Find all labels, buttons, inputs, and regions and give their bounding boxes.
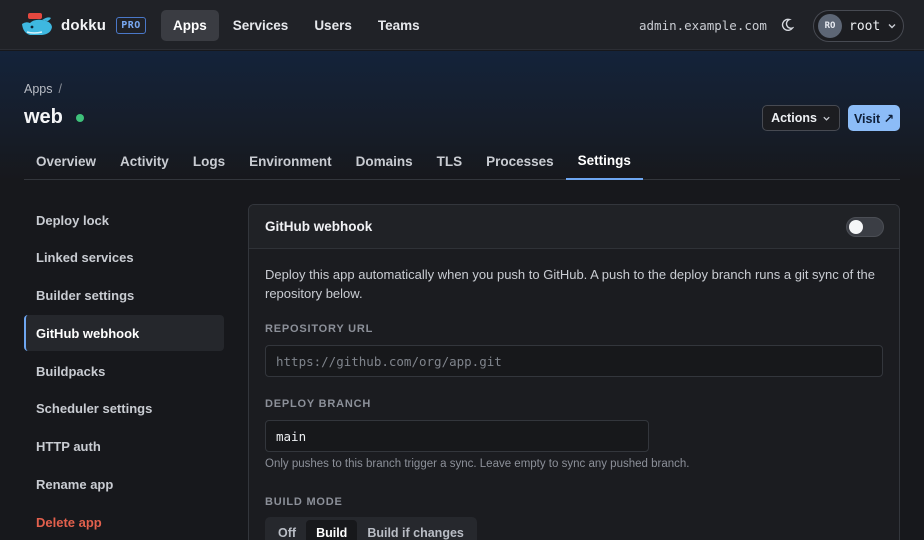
brand-logo[interactable]: dokku PRO — [20, 12, 146, 38]
theme-moon-icon[interactable] — [780, 18, 794, 32]
breadcrumb-apps-link[interactable]: Apps — [24, 82, 53, 96]
actions-dropdown-button[interactable]: Actions — [762, 105, 840, 131]
repository-url-label: REPOSITORY URL — [265, 323, 374, 335]
tab-overview[interactable]: Overview — [24, 142, 108, 180]
repository-url-input[interactable]: https://github.com/org/app.git — [265, 345, 883, 377]
panel-header: GitHub webhook — [249, 205, 899, 249]
nav-link-users[interactable]: Users — [302, 10, 364, 41]
deploy-branch-hint: Only pushes to this branch trigger a syn… — [265, 458, 690, 470]
build-mode-selector: Off Build Build if changes — [265, 517, 477, 540]
sidebar-item-http-auth[interactable]: HTTP auth — [24, 429, 224, 465]
sidebar-item-buildpacks[interactable]: Buildpacks — [24, 353, 224, 389]
host-name: admin.example.com — [639, 18, 767, 33]
sidebar-item-github-webhook[interactable]: GitHub webhook — [24, 315, 224, 352]
user-menu-button[interactable]: RO root — [813, 10, 904, 42]
tab-processes[interactable]: Processes — [474, 142, 566, 180]
pro-badge: PRO — [116, 16, 146, 34]
chevron-down-icon — [823, 116, 830, 121]
sidebar-item-scheduler-settings[interactable]: Scheduler settings — [24, 391, 224, 427]
visit-button[interactable]: Visit ↗ — [848, 105, 900, 131]
tab-tls[interactable]: TLS — [425, 142, 475, 180]
chevron-down-icon — [888, 24, 896, 29]
settings-sidebar: Deploy lock Linked services Builder sett… — [24, 202, 224, 540]
panel-title: GitHub webhook — [265, 219, 373, 234]
brand-name: dokku — [61, 16, 107, 34]
sidebar-item-deploy-lock[interactable]: Deploy lock — [24, 202, 224, 238]
panel-description: Deploy this app automatically when you p… — [265, 267, 875, 301]
build-mode-label: BUILD MODE — [265, 496, 343, 508]
top-nav: dokku PRO Apps Services Users Teams admi… — [0, 0, 924, 50]
app-tabs: Overview Activity Logs Environment Domai… — [24, 142, 900, 180]
avatar: RO — [818, 14, 842, 38]
sidebar-item-rename-app[interactable]: Rename app — [24, 467, 224, 503]
build-mode-off[interactable]: Off — [268, 520, 306, 540]
page-title: web — [24, 106, 63, 128]
tab-settings[interactable]: Settings — [565, 142, 643, 180]
sidebar-item-builder-settings[interactable]: Builder settings — [24, 278, 224, 314]
nav-link-services[interactable]: Services — [221, 10, 301, 41]
sidebar-item-delete-app[interactable]: Delete app — [24, 504, 224, 540]
nav-link-apps[interactable]: Apps — [161, 10, 219, 41]
toggle-knob — [849, 220, 863, 234]
breadcrumb-separator: / — [58, 82, 62, 96]
panel-body: Deploy this app automatically when you p… — [249, 249, 899, 319]
github-webhook-panel: GitHub webhook Deploy this app automatic… — [248, 204, 900, 540]
tab-domains[interactable]: Domains — [344, 142, 425, 180]
breadcrumb: Apps / — [24, 82, 62, 96]
tab-activity[interactable]: Activity — [108, 142, 181, 180]
actions-label: Actions — [771, 111, 817, 125]
deploy-branch-input[interactable]: main — [265, 420, 649, 452]
sidebar-item-linked-services[interactable]: Linked services — [24, 240, 224, 276]
build-mode-build[interactable]: Build — [306, 520, 358, 540]
status-indicator — [76, 114, 84, 122]
main-nav: Apps Services Users Teams — [161, 10, 434, 41]
tab-environment[interactable]: Environment — [237, 142, 344, 180]
nav-link-teams[interactable]: Teams — [366, 10, 432, 41]
tab-logs[interactable]: Logs — [181, 142, 237, 180]
build-mode-build-if-changes[interactable]: Build if changes — [357, 520, 474, 540]
deploy-branch-label: DEPLOY BRANCH — [265, 398, 372, 410]
user-name: root — [849, 18, 881, 34]
whale-logo-icon — [22, 13, 52, 35]
webhook-enabled-toggle[interactable] — [846, 217, 884, 237]
